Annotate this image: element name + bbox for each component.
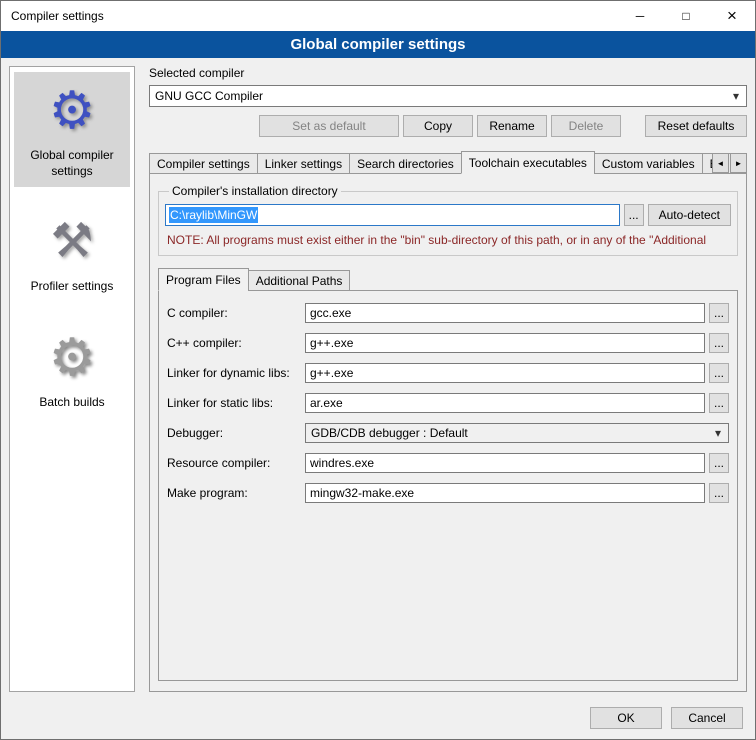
cpp-compiler-label: C++ compiler: [167,336,305,350]
linker-dynamic-input[interactable] [305,363,705,383]
close-button[interactable]: × [709,1,755,31]
toolchain-subtabs: Program Files Additional Paths [158,268,738,291]
minimize-button[interactable]: ─ [617,1,663,31]
install-dir-row: C:\raylib\MinGW ... Auto-detect [165,204,731,226]
install-dir-input[interactable]: C:\raylib\MinGW [165,204,620,226]
close-icon: × [727,6,737,26]
compiler-settings-window: Compiler settings ─ □ × Global compiler … [0,0,756,740]
install-dir-group: Compiler's installation directory C:\ray… [158,184,738,256]
form-row: Linker for static libs: ... [167,393,729,413]
form-row: Linker for dynamic libs: ... [167,363,729,383]
resource-compiler-label: Resource compiler: [167,456,305,470]
ok-button[interactable]: OK [590,707,662,729]
subtab-program-files[interactable]: Program Files [158,268,249,291]
resource-compiler-input[interactable] [305,453,705,473]
form-row: C++ compiler: ... [167,333,729,353]
settings-sidebar: ⚙ Global compiler settings ⚒ Profiler se… [9,66,135,692]
form-row: C compiler: ... [167,303,729,323]
tab-compiler-settings[interactable]: Compiler settings [149,153,258,174]
chevron-down-icon: ▾ [731,89,741,103]
dialog-body: ⚙ Global compiler settings ⚒ Profiler se… [1,58,755,698]
main-panel: Selected compiler GNU GCC Compiler ▾ Set… [149,66,747,692]
program-files-panel: C compiler: ... C++ compiler: ... Linker… [158,290,738,681]
make-program-input[interactable] [305,483,705,503]
browse-button[interactable]: ... [709,453,729,473]
reset-defaults-button[interactable]: Reset defaults [645,115,747,137]
install-dir-value: C:\raylib\MinGW [169,207,258,223]
hammer-icon: ⚒ [16,211,128,273]
form-row: Make program: ... [167,483,729,503]
cancel-button[interactable]: Cancel [671,707,743,729]
tab-toolchain-executables[interactable]: Toolchain executables [461,151,595,174]
form-row: Debugger: GDB/CDB debugger : Default ▾ [167,423,729,443]
copy-button[interactable]: Copy [403,115,473,137]
toolchain-executables-panel: Compiler's installation directory C:\ray… [149,173,747,692]
browse-button[interactable]: ... [709,483,729,503]
window-controls: ─ □ × [617,1,755,31]
linker-static-input[interactable] [305,393,705,413]
sidebar-item-profiler-settings[interactable]: ⚒ Profiler settings [14,203,130,303]
tab-search-directories[interactable]: Search directories [349,153,462,174]
autodetect-button[interactable]: Auto-detect [648,204,731,226]
gear-icon-blue: ⚙ [16,80,128,142]
tab-scroll-controls: ◄ ► [711,153,747,173]
maximize-button[interactable]: □ [663,1,709,31]
titlebar: Compiler settings ─ □ × [1,1,755,31]
minimize-icon: ─ [636,9,645,23]
browse-button[interactable]: ... [709,333,729,353]
debugger-select[interactable]: GDB/CDB debugger : Default ▾ [305,423,729,443]
window-title: Compiler settings [1,9,104,23]
debugger-label: Debugger: [167,426,305,440]
selected-compiler-label: Selected compiler [149,66,747,80]
sidebar-item-batch-builds[interactable]: ⚙ Batch builds [14,319,130,419]
maximize-icon: □ [682,9,689,23]
rename-button[interactable]: Rename [477,115,547,137]
debugger-select-value: GDB/CDB debugger : Default [311,426,713,440]
page-title: Global compiler settings [290,36,465,53]
arrow-right-icon: ► [735,159,743,168]
set-as-default-button: Set as default [259,115,399,137]
linker-static-label: Linker for static libs: [167,396,305,410]
arrow-left-icon: ◄ [717,159,725,168]
cpp-compiler-input[interactable] [305,333,705,353]
sidebar-item-label: Batch builds [16,395,128,411]
delete-button: Delete [551,115,621,137]
sidebar-item-label: Global compiler settings [16,148,128,179]
linker-dynamic-label: Linker for dynamic libs: [167,366,305,380]
settings-tabs: Compiler settings Linker settings Search… [149,151,747,174]
browse-button[interactable]: ... [709,303,729,323]
tab-linker-settings[interactable]: Linker settings [257,153,350,174]
install-dir-browse-button[interactable]: ... [624,204,644,226]
compiler-combobox[interactable]: GNU GCC Compiler ▾ [149,85,747,107]
c-compiler-input[interactable] [305,303,705,323]
dialog-header: Global compiler settings [1,31,755,58]
subtab-additional-paths[interactable]: Additional Paths [248,270,351,291]
make-program-label: Make program: [167,486,305,500]
tab-scroll-right-button[interactable]: ► [730,153,747,173]
c-compiler-label: C compiler: [167,306,305,320]
browse-button[interactable]: ... [709,363,729,383]
tab-custom-variables[interactable]: Custom variables [594,153,703,174]
compiler-actions: Set as default Copy Rename Delete Reset … [149,115,747,137]
tab-scroll-left-button[interactable]: ◄ [712,153,729,173]
compiler-combobox-value: GNU GCC Compiler [155,89,731,103]
install-dir-group-title: Compiler's installation directory [169,184,341,198]
browse-button[interactable]: ... [709,393,729,413]
sidebar-item-label: Profiler settings [16,279,128,295]
gear-icon-gray: ⚙ [16,327,128,389]
note-text: NOTE: All programs must exist either in … [167,233,729,247]
sidebar-item-global-compiler-settings[interactable]: ⚙ Global compiler settings [14,72,130,187]
dialog-footer: OK Cancel [1,698,755,739]
form-row: Resource compiler: ... [167,453,729,473]
chevron-down-icon: ▾ [713,426,723,440]
